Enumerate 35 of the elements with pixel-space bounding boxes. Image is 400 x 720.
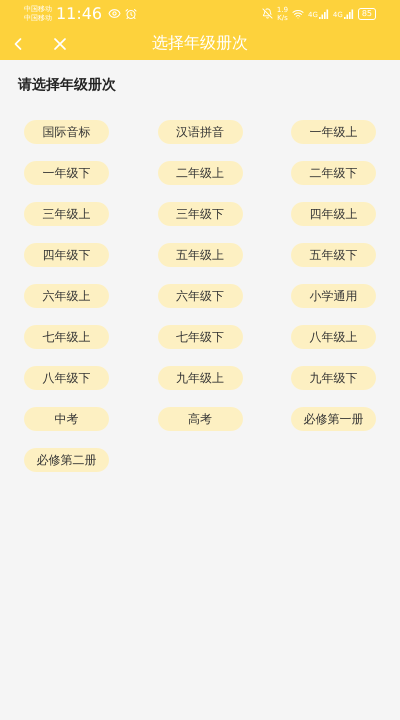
grade-option[interactable]: 一年级上: [291, 120, 376, 144]
grade-option[interactable]: 三年级上: [24, 202, 109, 226]
grade-option[interactable]: 五年级上: [158, 243, 242, 267]
grade-option[interactable]: 九年级下: [291, 366, 376, 390]
signal-icon: [318, 8, 329, 18]
mute-icon: [262, 8, 273, 19]
grade-option[interactable]: 四年级下: [24, 243, 109, 267]
grade-option[interactable]: 七年级上: [24, 325, 109, 349]
grade-option[interactable]: 中考: [24, 407, 109, 431]
grade-option[interactable]: 汉语拼音: [158, 120, 242, 144]
battery-level: 85: [358, 8, 376, 20]
clock-time: 11:46: [56, 4, 102, 23]
page-title: 选择年级册次: [152, 33, 248, 54]
prompt-text: 请选择年级册次: [16, 76, 117, 94]
grade-option[interactable]: 必修第一册: [291, 407, 376, 431]
wifi-icon: [292, 8, 304, 20]
grade-option[interactable]: 七年级下: [158, 325, 242, 349]
grade-option[interactable]: 必修第二册: [24, 448, 109, 472]
grade-option[interactable]: 八年级下: [24, 366, 109, 390]
grade-option[interactable]: 六年级下: [158, 284, 242, 308]
grade-option[interactable]: 八年级上: [291, 325, 376, 349]
eye-icon: [108, 7, 122, 20]
grade-option[interactable]: 二年级下: [291, 161, 376, 185]
signal-icon: [344, 8, 354, 18]
grade-option[interactable]: 一年级下: [24, 161, 109, 185]
grade-option[interactable]: 小学通用: [291, 284, 376, 308]
grade-option[interactable]: 九年级上: [158, 366, 242, 390]
grade-option[interactable]: 二年级上: [158, 161, 242, 185]
grade-option[interactable]: 三年级下: [158, 202, 242, 226]
grade-option[interactable]: 国际音标: [24, 120, 109, 144]
grade-option[interactable]: 五年级下: [291, 243, 376, 267]
grade-option[interactable]: 高考: [158, 407, 242, 431]
alarm-icon: [125, 8, 138, 20]
grade-option[interactable]: 六年级上: [24, 284, 109, 308]
grade-option[interactable]: 四年级上: [291, 202, 376, 226]
